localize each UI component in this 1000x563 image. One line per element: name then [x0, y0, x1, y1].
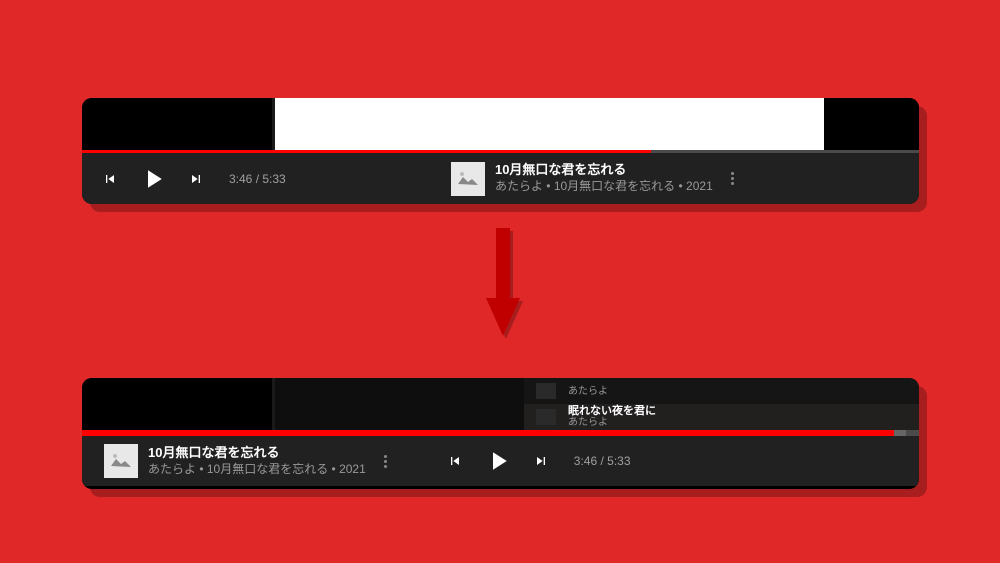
video-area	[82, 98, 919, 150]
queue-artist: あたらよ	[568, 387, 608, 397]
player-after: あたらよ 眠れない夜を君に あたらよ 10月無口な君を忘れる	[82, 378, 919, 489]
next-button[interactable]	[533, 453, 549, 469]
queue-item-active[interactable]: 眠れない夜を君に あたらよ	[524, 404, 919, 430]
progress-fill	[82, 430, 894, 436]
video-area: あたらよ 眠れない夜を君に あたらよ	[82, 378, 919, 430]
track-info: 10月無口な君を忘れる あたらよ • 10月無口な君を忘れる • 2021	[451, 162, 713, 196]
previous-button[interactable]	[102, 171, 118, 187]
arrow-down-icon	[486, 228, 520, 338]
album-art-icon	[456, 169, 480, 189]
play-button[interactable]	[483, 446, 513, 476]
queue-thumbnail	[536, 409, 556, 425]
album-thumbnail[interactable]	[104, 444, 138, 478]
control-bar: 3:46 / 5:33 10月無口な君を忘れる あたらよ • 10月無口な君を忘…	[82, 153, 919, 204]
track-meta: あたらよ • 10月無口な君を忘れる • 2021	[148, 462, 366, 478]
next-button[interactable]	[188, 171, 204, 187]
next-icon	[188, 171, 204, 187]
progress-bar[interactable]	[82, 430, 919, 436]
control-bar: 10月無口な君を忘れる あたらよ • 10月無口な君を忘れる • 2021 3:…	[82, 436, 919, 486]
queue-panel: あたらよ 眠れない夜を君に あたらよ	[524, 378, 919, 430]
queue-artist: あたらよ	[568, 418, 656, 428]
expanded-video-region	[275, 98, 824, 150]
more-options-button[interactable]	[384, 455, 387, 468]
queue-thumbnail	[536, 383, 556, 399]
previous-button[interactable]	[447, 453, 463, 469]
more-options-button[interactable]	[731, 172, 734, 185]
progress-fill	[82, 150, 651, 153]
album-thumbnail[interactable]	[451, 162, 485, 196]
play-icon	[138, 164, 168, 194]
time-display: 3:46 / 5:33	[229, 172, 286, 186]
progress-bar[interactable]	[82, 150, 919, 153]
album-art-icon	[109, 451, 133, 471]
miniplayer-region	[275, 378, 524, 430]
track-title: 10月無口な君を忘れる	[495, 162, 713, 179]
time-display: 3:46 / 5:33	[574, 454, 631, 468]
play-icon	[483, 446, 513, 476]
player-before: 3:46 / 5:33 10月無口な君を忘れる あたらよ • 10月無口な君を忘…	[82, 98, 919, 204]
queue-title: 眠れない夜を君に	[568, 406, 656, 417]
next-icon	[533, 453, 549, 469]
track-meta: あたらよ • 10月無口な君を忘れる • 2021	[495, 179, 713, 195]
previous-icon	[447, 453, 463, 469]
track-title: 10月無口な君を忘れる	[148, 445, 366, 462]
queue-item[interactable]: あたらよ	[524, 378, 919, 404]
play-button[interactable]	[138, 164, 168, 194]
previous-icon	[102, 171, 118, 187]
progress-buffer	[894, 430, 907, 436]
track-info: 10月無口な君を忘れる あたらよ • 10月無口な君を忘れる • 2021	[104, 444, 366, 478]
